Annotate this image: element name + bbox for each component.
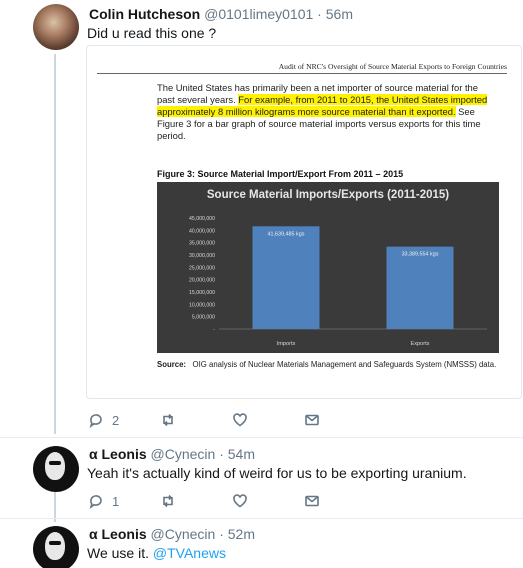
reply-button[interactable]: 1	[88, 493, 119, 509]
separator: ·	[215, 526, 228, 542]
y-tick-label: 5,000,000	[192, 315, 215, 321]
retweet-button[interactable]	[160, 493, 176, 509]
bar-imports	[252, 226, 320, 329]
y-tick-label: 10,000,000	[189, 302, 215, 308]
message-button[interactable]	[304, 493, 320, 509]
author-handle[interactable]: @0101limey0101	[204, 6, 313, 22]
tweet-header: α Leonis @Cynecin · 54m	[89, 446, 255, 462]
like-button[interactable]	[232, 412, 248, 428]
author-name[interactable]: α Leonis	[89, 446, 147, 462]
y-tick-label: 35,000,000	[189, 241, 215, 247]
y-tick-label: 40,000,000	[189, 228, 215, 234]
reply-icon	[89, 414, 102, 428]
retweet-button[interactable]	[160, 412, 176, 428]
reply-count: 1	[112, 493, 120, 509]
tweet-text-content: We use it.	[87, 545, 149, 561]
reply-button[interactable]: 2	[88, 412, 119, 428]
separator: ·	[215, 446, 228, 462]
tweet-time[interactable]: 56m	[326, 6, 353, 22]
tweet-header: α Leonis @Cynecin · 52m	[89, 526, 255, 542]
document-header: Audit of NRC's Oversight of Source Mater…	[97, 62, 507, 74]
reply-count: 2	[112, 412, 120, 428]
envelope-icon	[305, 414, 319, 426]
y-tick-label: 20,000,000	[189, 278, 215, 284]
tweet-text: We use it. @TVAnews	[87, 545, 226, 561]
author-handle[interactable]: @Cynecin	[151, 446, 216, 462]
x-tick-label: Imports	[277, 341, 296, 347]
author-name[interactable]: Colin Hutcheson	[89, 6, 200, 22]
x-tick-label: Exports	[411, 341, 430, 347]
bar-chart: Source Material Imports/Exports (2011-20…	[157, 182, 499, 353]
tweet-time[interactable]: 54m	[228, 446, 255, 462]
source-label: Source:	[157, 360, 187, 369]
message-button[interactable]	[304, 412, 320, 428]
source-text: OIG analysis of Nuclear Materials Manage…	[192, 360, 497, 369]
tweet-text: Did u read this one ?	[87, 25, 217, 41]
separator: ·	[313, 6, 326, 22]
tweet-header: Colin Hutcheson @0101limey0101 · 56m	[89, 6, 353, 22]
y-tick-label: -	[213, 327, 215, 333]
y-tick-label: 25,000,000	[189, 265, 215, 271]
document-paragraph: The United States has primarily been a n…	[157, 82, 497, 142]
retweet-icon	[163, 494, 173, 508]
heart-icon	[233, 494, 247, 508]
avatar[interactable]	[33, 4, 79, 50]
retweet-icon	[163, 413, 173, 427]
reply-icon	[89, 495, 102, 509]
avatar[interactable]	[33, 526, 79, 568]
like-button[interactable]	[232, 493, 248, 509]
figure-source: Source: OIG analysis of Nuclear Material…	[157, 358, 497, 371]
tweet-actions: 2	[88, 412, 328, 432]
author-name[interactable]: α Leonis	[89, 526, 147, 542]
divider	[0, 437, 523, 438]
divider	[0, 518, 523, 519]
heart-icon	[233, 413, 247, 427]
thread-line	[54, 54, 56, 434]
envelope-icon	[305, 495, 319, 507]
avatar[interactable]	[33, 446, 79, 492]
tweet-text: Yeah it's actually kind of weird for us …	[87, 465, 467, 481]
y-tick-label: 30,000,000	[189, 253, 215, 259]
mention-link[interactable]: @TVAnews	[153, 545, 226, 561]
bar-exports	[386, 246, 454, 329]
bar-data-label: 41,639,485 kgs	[268, 231, 305, 237]
y-tick-label: 15,000,000	[189, 290, 215, 296]
figure-caption: Figure 3: Source Material Import/Export …	[157, 169, 404, 179]
attached-image[interactable]: Audit of NRC's Oversight of Source Mater…	[86, 45, 522, 399]
bar-data-label: 33,389,554 kgs	[402, 252, 439, 258]
y-tick-label: 45,000,000	[189, 216, 215, 222]
chart-plot: 45,000,000 40,000,000 35,000,000 30,000,000…	[189, 216, 487, 347]
author-handle[interactable]: @Cynecin	[151, 526, 216, 542]
tweet-actions: 1	[88, 493, 328, 513]
tweet-time[interactable]: 52m	[228, 526, 255, 542]
